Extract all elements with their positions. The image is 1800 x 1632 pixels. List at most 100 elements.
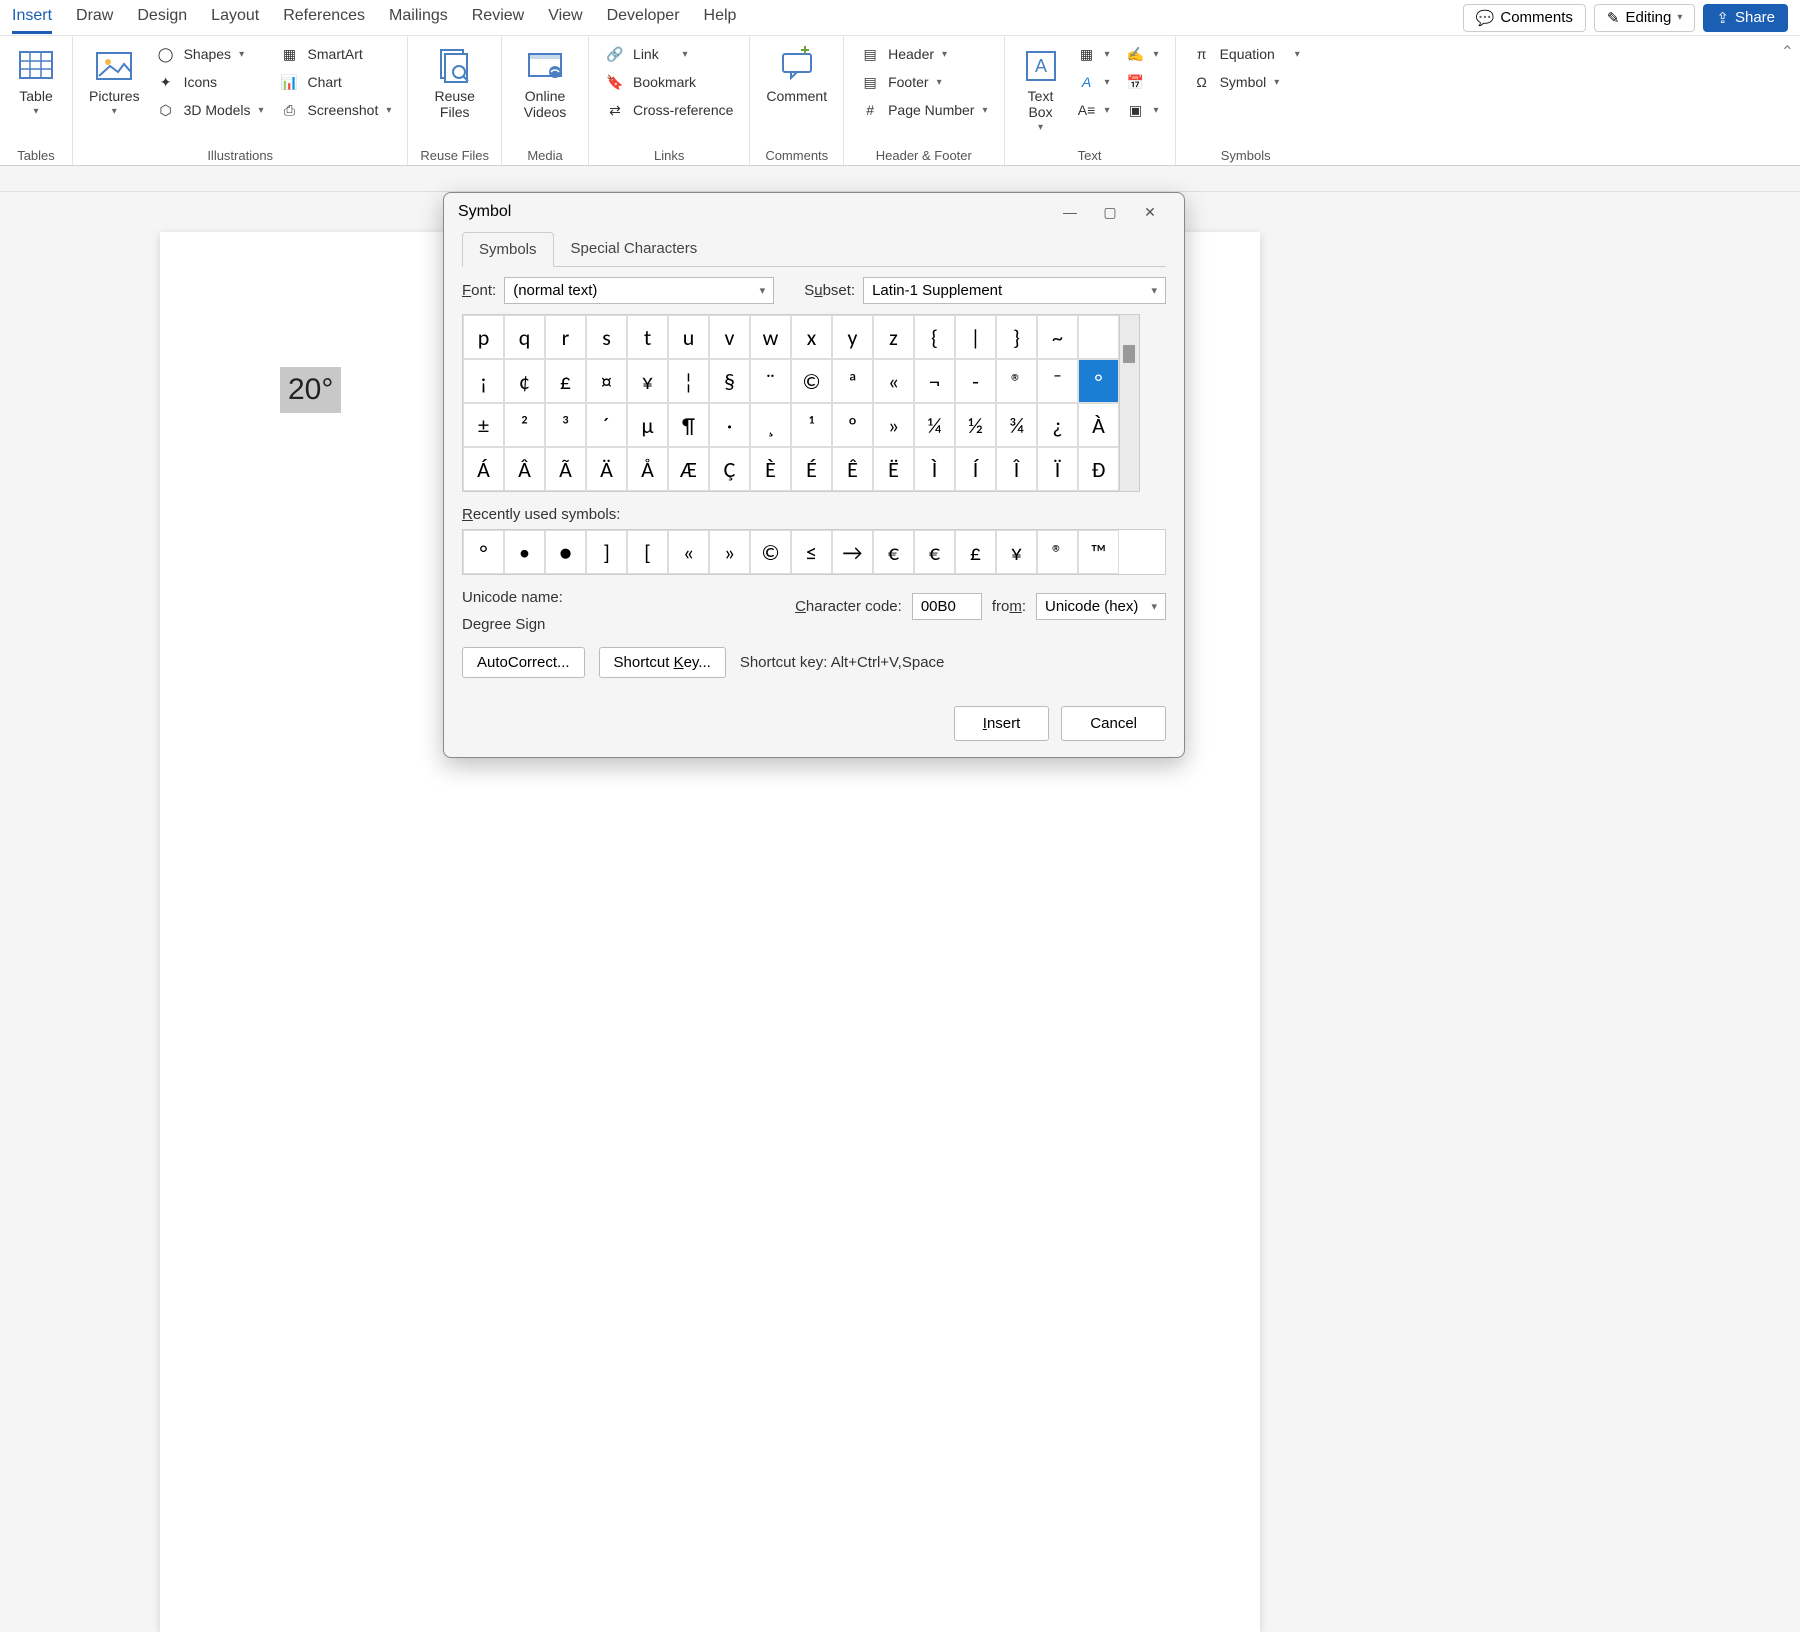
grid-scrollbar[interactable]: [1120, 314, 1140, 492]
recent-symbol-cell[interactable]: £: [955, 530, 996, 574]
tab-layout[interactable]: Layout: [211, 1, 259, 34]
comment-button[interactable]: Comment: [762, 42, 831, 108]
recent-symbol-cell[interactable]: ™: [1078, 530, 1119, 574]
symbol-cell[interactable]: Â: [504, 447, 545, 491]
tab-help[interactable]: Help: [704, 1, 737, 34]
online-videos-button[interactable]: Online Videos: [514, 42, 576, 124]
symbol-cell[interactable]: Î: [996, 447, 1037, 491]
symbol-cell[interactable]: ¾: [996, 403, 1037, 447]
comments-button[interactable]: 💬 Comments: [1463, 4, 1586, 32]
recent-symbol-cell[interactable]: [: [627, 530, 668, 574]
document-selection[interactable]: 20°: [280, 367, 341, 413]
symbol-cell[interactable]: Ã: [545, 447, 586, 491]
symbol-cell[interactable]: «: [873, 359, 914, 403]
symbol-cell[interactable]: r: [545, 315, 586, 359]
dropcap-button[interactable]: A≡▾: [1073, 98, 1114, 122]
symbol-cell[interactable]: y: [832, 315, 873, 359]
recent-symbol-cell[interactable]: →: [832, 530, 873, 574]
symbol-cell[interactable]: ²: [504, 403, 545, 447]
symbol-cell[interactable]: §: [709, 359, 750, 403]
3dmodels-button[interactable]: ⬡3D Models▾: [152, 98, 268, 122]
symbol-cell[interactable]: {: [914, 315, 955, 359]
symbol-cell[interactable]: ·: [709, 403, 750, 447]
symbol-cell[interactable]: |: [955, 315, 996, 359]
recent-symbol-cell[interactable]: €: [914, 530, 955, 574]
tab-developer[interactable]: Developer: [607, 1, 680, 34]
recent-symbol-cell[interactable]: «: [668, 530, 709, 574]
symbol-button[interactable]: ΩSymbol▾: [1188, 70, 1304, 94]
table-button[interactable]: Table ▾: [12, 42, 60, 121]
recent-symbol-cell[interactable]: °: [463, 530, 504, 574]
symbol-cell[interactable]: Æ: [668, 447, 709, 491]
icons-button[interactable]: ✦Icons: [152, 70, 268, 94]
recent-symbol-cell[interactable]: €: [873, 530, 914, 574]
ruler[interactable]: [0, 166, 1800, 192]
symbol-cell[interactable]: ¡: [463, 359, 504, 403]
chart-button[interactable]: 📊Chart: [276, 70, 396, 94]
symbol-cell[interactable]: s: [586, 315, 627, 359]
symbol-cell[interactable]: ª: [832, 359, 873, 403]
symbol-cell[interactable]: x: [791, 315, 832, 359]
minimize-button[interactable]: —: [1050, 204, 1090, 220]
symbol-cell[interactable]: ¥: [627, 359, 668, 403]
symbol-cell[interactable]: Ï: [1037, 447, 1078, 491]
recent-symbol-cell[interactable]: »: [709, 530, 750, 574]
symbol-cell[interactable]: ³: [545, 403, 586, 447]
font-select[interactable]: (normal text) ▾: [504, 277, 774, 304]
recent-symbol-cell[interactable]: ¥: [996, 530, 1037, 574]
symbol-cell[interactable]: É: [791, 447, 832, 491]
textbox-button[interactable]: A Text Box ▾: [1017, 42, 1065, 137]
recent-symbol-cell[interactable]: •: [504, 530, 545, 574]
subset-select[interactable]: Latin-1 Supplement ▾: [863, 277, 1166, 304]
symbol-cell[interactable]: p: [463, 315, 504, 359]
symbol-cell[interactable]: v: [709, 315, 750, 359]
wordart-button[interactable]: A▾: [1073, 70, 1114, 94]
tab-insert[interactable]: Insert: [12, 1, 52, 34]
symbol-cell[interactable]: ¬: [914, 359, 955, 403]
maximize-button[interactable]: ▢: [1090, 204, 1130, 221]
shapes-button[interactable]: ◯Shapes▾: [152, 42, 268, 66]
symbol-cell[interactable]: ¯: [1037, 359, 1078, 403]
symbol-cell[interactable]: ´: [586, 403, 627, 447]
symbol-cell[interactable]: t: [627, 315, 668, 359]
symbol-cell[interactable]: ¿: [1037, 403, 1078, 447]
symbol-cell[interactable]: ¼: [914, 403, 955, 447]
symbol-cell[interactable]: ®: [996, 359, 1037, 403]
autocorrect-button[interactable]: AutoCorrect...: [462, 647, 585, 678]
symbol-cell[interactable]: Á: [463, 447, 504, 491]
pagenum-button[interactable]: #Page Number▾: [856, 98, 991, 122]
symbol-cell[interactable]: ¤: [586, 359, 627, 403]
from-select[interactable]: Unicode (hex) ▾: [1036, 593, 1166, 620]
recent-symbol-cell[interactable]: ®: [1037, 530, 1078, 574]
header-button[interactable]: ▤Header▾: [856, 42, 991, 66]
symbol-cell[interactable]: ¶: [668, 403, 709, 447]
symbol-cell[interactable]: º: [832, 403, 873, 447]
reuse-files-button[interactable]: Reuse Files: [426, 42, 484, 124]
editing-button[interactable]: ✎ Editing ▾: [1594, 4, 1695, 32]
tab-special-characters[interactable]: Special Characters: [554, 231, 715, 266]
cancel-button[interactable]: Cancel: [1061, 706, 1166, 741]
symbol-cell[interactable]: ¹: [791, 403, 832, 447]
symbol-cell[interactable]: »: [873, 403, 914, 447]
symbol-cell[interactable]: ¨: [750, 359, 791, 403]
ribbon-collapse-button[interactable]: ⌃: [1775, 36, 1800, 165]
scrollbar-thumb[interactable]: [1123, 345, 1135, 363]
symbol-cell[interactable]: w: [750, 315, 791, 359]
symbol-cell[interactable]: ~: [1037, 315, 1078, 359]
sigline-button[interactable]: ✍▾: [1122, 42, 1163, 66]
tab-review[interactable]: Review: [472, 1, 524, 34]
tab-symbols[interactable]: Symbols: [462, 232, 554, 267]
insert-button[interactable]: Insert: [954, 706, 1050, 741]
symbol-cell[interactable]: Đ: [1078, 447, 1119, 491]
symbol-cell[interactable]: ¦: [668, 359, 709, 403]
recent-symbol-cell[interactable]: ≤: [791, 530, 832, 574]
crossref-button[interactable]: ⇄Cross-reference: [601, 98, 737, 122]
symbol-cell[interactable]: Å: [627, 447, 668, 491]
symbol-cell[interactable]: Ä: [586, 447, 627, 491]
bookmark-button[interactable]: 🔖Bookmark: [601, 70, 737, 94]
symbol-cell[interactable]: µ: [627, 403, 668, 447]
symbol-cell[interactable]: Í: [955, 447, 996, 491]
recent-symbol-cell[interactable]: ©: [750, 530, 791, 574]
tab-mailings[interactable]: Mailings: [389, 1, 448, 34]
symbol-cell[interactable]: }: [996, 315, 1037, 359]
